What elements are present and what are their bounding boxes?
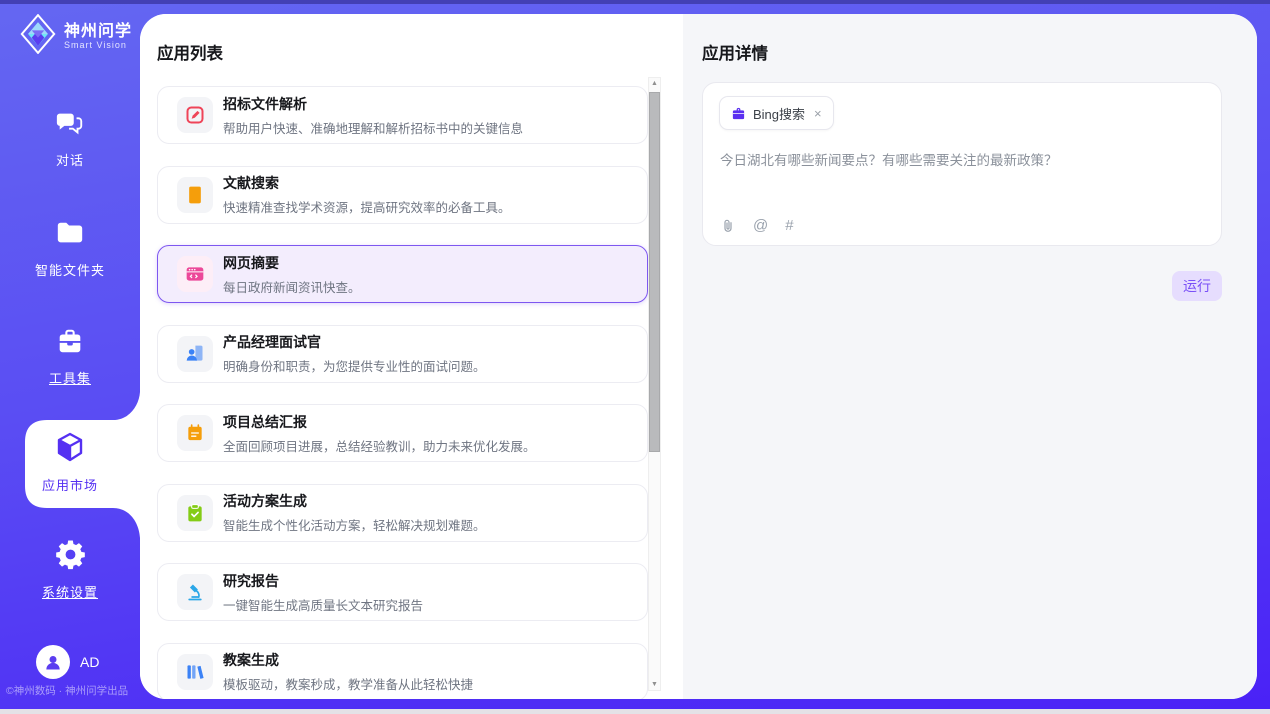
avatar [36,645,70,679]
sidebar-item-app-market[interactable]: 应用市场 [0,431,140,494]
clipboard-check-icon [177,495,213,531]
prompt-input-card[interactable]: Bing搜索 × 今日湖北有哪些新闻要点？有哪些需要关注的最新政策？ @ # [702,82,1222,246]
briefcase-icon [731,106,746,121]
run-button[interactable]: 运行 [1172,271,1222,301]
app-card-event-plan[interactable]: 活动方案生成 智能生成个性化活动方案，轻松解决规划难题。 [157,484,648,542]
sidebar-item-label: 智能文件夹 [35,260,105,279]
window-top-edge [0,0,1270,4]
brand-subtitle: Smart Vision [64,40,132,50]
interviewer-icon [177,336,213,372]
app-card-bid-parsing[interactable]: 招标文件解析 帮助用户快速、准确地理解和解析招标书中的关键信息 [157,86,648,144]
app-card-web-summary[interactable]: 网页摘要 每日政府新闻资讯快查。 [157,245,648,303]
app-card-lesson-plan[interactable]: 教案生成 模板驱动，教案秒成，教学准备从此轻松快捷 [157,643,648,700]
user-name: AD [80,654,99,670]
app-card-literature-search[interactable]: 文献搜索 快速精准查找学术资源，提高研究效率的必备工具。 [157,166,648,224]
person-icon [43,652,63,672]
sidebar: 神州问学 Smart Vision 对话 智能文件夹 工具集 [0,0,140,714]
scroll-down-icon[interactable]: ▼ [649,681,660,688]
window-bottom-edge [0,709,1270,714]
books-icon [177,654,213,690]
tool-tag-bing-search[interactable]: Bing搜索 × [719,96,834,130]
gear-icon [55,539,86,575]
brand-logo-icon [20,14,56,59]
at-icon[interactable]: @ [753,217,768,234]
chat-icon [55,108,85,143]
input-toolbar: @ # [720,217,794,234]
brand: 神州问学 Smart Vision [20,14,132,59]
sidebar-item-label: 系统设置 [42,582,98,601]
copyright-text: ©神州数码 · 神州问学出品 [6,683,128,698]
app-detail-title: 应用详情 [702,40,768,64]
user-account[interactable]: AD [36,645,99,679]
hash-icon[interactable]: # [785,217,793,234]
app-list-title: 应用列表 [157,40,223,64]
close-icon[interactable]: × [814,106,822,121]
sidebar-item-label: 对话 [56,150,84,169]
brand-name: 神州问学 [64,23,132,41]
scrollbar[interactable]: ▲ ▼ [648,77,661,691]
scroll-up-icon[interactable]: ▲ [649,80,660,87]
edit-doc-icon [177,97,213,133]
sidebar-item-chat[interactable]: 对话 [0,108,140,169]
sidebar-item-label: 工具集 [49,368,91,387]
research-icon [177,574,213,610]
tool-tag-label: Bing搜索 [753,104,805,123]
sidebar-item-settings[interactable]: 系统设置 [0,539,140,601]
scrollbar-thumb[interactable] [649,92,660,452]
app-card-list: 招标文件解析 帮助用户快速、准确地理解和解析招标书中的关键信息 文献搜索 快速精… [157,86,648,699]
sidebar-item-smart-folders[interactable]: 智能文件夹 [0,218,140,279]
report-note-icon [177,415,213,451]
app-list-panel: 应用列表 招标文件解析 帮助用户快速、准确地理解和解析招标书中的关键信息 文献搜… [140,14,683,699]
query-text[interactable]: 今日湖北有哪些新闻要点？有哪些需要关注的最新政策？ [720,151,1204,171]
app-card-pm-interviewer[interactable]: 产品经理面试官 明确身份和职责，为您提供专业性的面试问题。 [157,325,648,383]
book-icon [177,177,213,213]
folder-icon [55,218,85,253]
app-card-project-summary[interactable]: 项目总结汇报 全面回顾项目进展，总结经验教训，助力未来优化发展。 [157,404,648,462]
app-detail-panel: 应用详情 Bing搜索 × 今日湖北有哪些新闻要点？有哪些需要关注的最新政策？ … [683,14,1257,699]
sidebar-item-toolset[interactable]: 工具集 [0,326,140,387]
toolbox-icon [55,326,85,361]
paperclip-icon[interactable] [720,218,736,234]
sidebar-item-label: 应用市场 [42,475,98,494]
cube-icon [54,431,86,468]
app-card-research-report[interactable]: 研究报告 一键智能生成高质量长文本研究报告 [157,563,648,621]
main-panel: 应用列表 招标文件解析 帮助用户快速、准确地理解和解析招标书中的关键信息 文献搜… [140,14,1257,699]
browser-icon [177,256,213,292]
